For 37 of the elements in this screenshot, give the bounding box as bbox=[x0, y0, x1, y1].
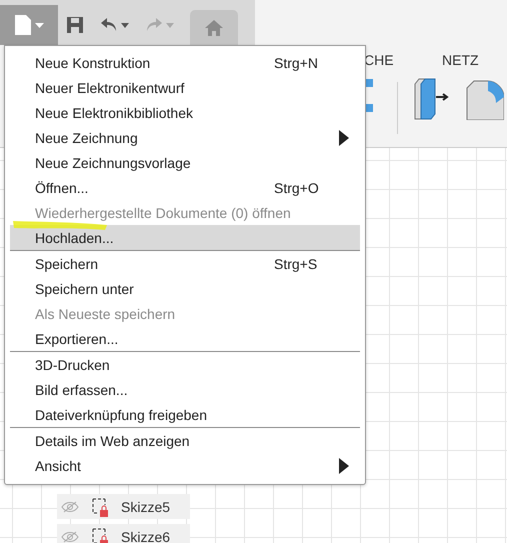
menu-item[interactable]: Speichern Strg+S bbox=[5, 251, 365, 276]
document-icon bbox=[14, 15, 30, 35]
undo-icon bbox=[100, 17, 118, 33]
submenu-arrow-icon bbox=[339, 458, 349, 474]
caret-icon bbox=[34, 22, 44, 28]
locked-sketch-icon bbox=[91, 496, 109, 516]
eye-slash-icon bbox=[61, 500, 79, 512]
menu-item[interactable]: Neue Zeichnungsvorlage bbox=[5, 150, 365, 175]
menu-item[interactable]: Exportieren... bbox=[5, 326, 365, 351]
redo-icon bbox=[145, 17, 163, 33]
menu-item[interactable]: Hochladen... bbox=[10, 225, 360, 250]
sketch-label: Skizze5 bbox=[121, 498, 170, 514]
menu-item[interactable]: Speichern unter bbox=[5, 276, 365, 301]
menu-item[interactable]: Neuer Elektronikentwurf bbox=[5, 75, 365, 100]
menu-item[interactable]: Bild erfassen... bbox=[5, 377, 365, 402]
floppy-icon bbox=[66, 16, 84, 34]
home-icon bbox=[205, 20, 223, 36]
file-menu-button[interactable] bbox=[0, 5, 58, 45]
menu-item[interactable]: Neue Elektronikbibliothek bbox=[5, 100, 365, 125]
menu-item[interactable]: Details im Web anzeigen bbox=[5, 428, 365, 453]
locked-sketch-icon bbox=[91, 526, 109, 543]
menu-item[interactable]: 3D-Drucken bbox=[5, 352, 365, 377]
caret-icon bbox=[166, 22, 174, 28]
caret-icon bbox=[121, 22, 129, 28]
menu-item[interactable]: Dateiverknüpfung freigeben bbox=[5, 402, 365, 427]
menu-item[interactable]: Neue Zeichnung bbox=[5, 125, 365, 150]
browser-row[interactable]: Skizze6 bbox=[57, 524, 190, 543]
eye-slash-icon bbox=[61, 530, 79, 542]
browser-row[interactable]: Skizze5 bbox=[57, 494, 190, 519]
sketch-label: Skizze6 bbox=[121, 528, 170, 543]
menu-item[interactable]: Ansicht bbox=[5, 453, 365, 478]
menu-item[interactable]: Öffnen... Strg+O bbox=[5, 175, 365, 200]
ribbon-tab-label[interactable]: NETZ bbox=[442, 52, 479, 68]
fillet-icon bbox=[466, 80, 504, 120]
menu-item[interactable]: Neue Konstruktion Strg+N bbox=[5, 50, 365, 75]
home-button[interactable] bbox=[190, 10, 238, 46]
submenu-arrow-icon bbox=[339, 130, 349, 146]
